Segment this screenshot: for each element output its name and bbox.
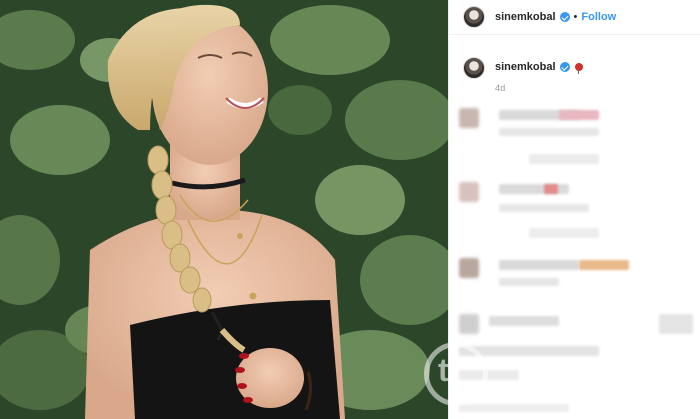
photo-illustration [0,0,448,419]
balloon-emoji-icon [574,63,583,74]
caption-body: sinemkobal 4d [495,57,583,93]
blurred-emoji [579,260,629,270]
follow-button[interactable]: Follow [581,11,616,23]
avatar[interactable] [459,108,479,128]
blurred-username [499,260,579,270]
blurred-text [659,314,693,334]
blurred-username [499,184,569,194]
caption-line: sinemkobal [495,61,583,74]
verified-badge-icon [559,12,570,22]
separator-dot: • [573,11,578,23]
blurred-text [499,204,589,212]
blurred-text [499,128,599,136]
post-side-panel: sinemkobal • Follow sinemkobal 4d [448,0,700,419]
avatar[interactable] [459,314,479,334]
post-photo[interactable] [0,0,448,419]
verified-badge-icon [559,62,570,72]
post-timestamp[interactable]: 4d [495,83,583,93]
watermark-logo-icon [424,342,488,406]
caption-avatar[interactable] [463,57,485,79]
avatar[interactable] [463,6,485,28]
post-header: sinemkobal • Follow [449,0,700,35]
blurred-text [499,278,559,286]
avatar[interactable] [459,258,479,278]
blurred-text [529,154,599,164]
caption-username[interactable]: sinemkobal [495,61,556,73]
blurred-username [489,316,559,326]
blurred-text [529,228,599,238]
watermark-glyph: t [438,352,449,388]
avatar[interactable] [459,182,479,202]
caption: sinemkobal 4d [449,35,700,93]
blurred-text [459,404,569,412]
blurred-emoji [544,184,558,194]
header-username[interactable]: sinemkobal [495,11,556,23]
blurred-emoji [559,110,599,120]
